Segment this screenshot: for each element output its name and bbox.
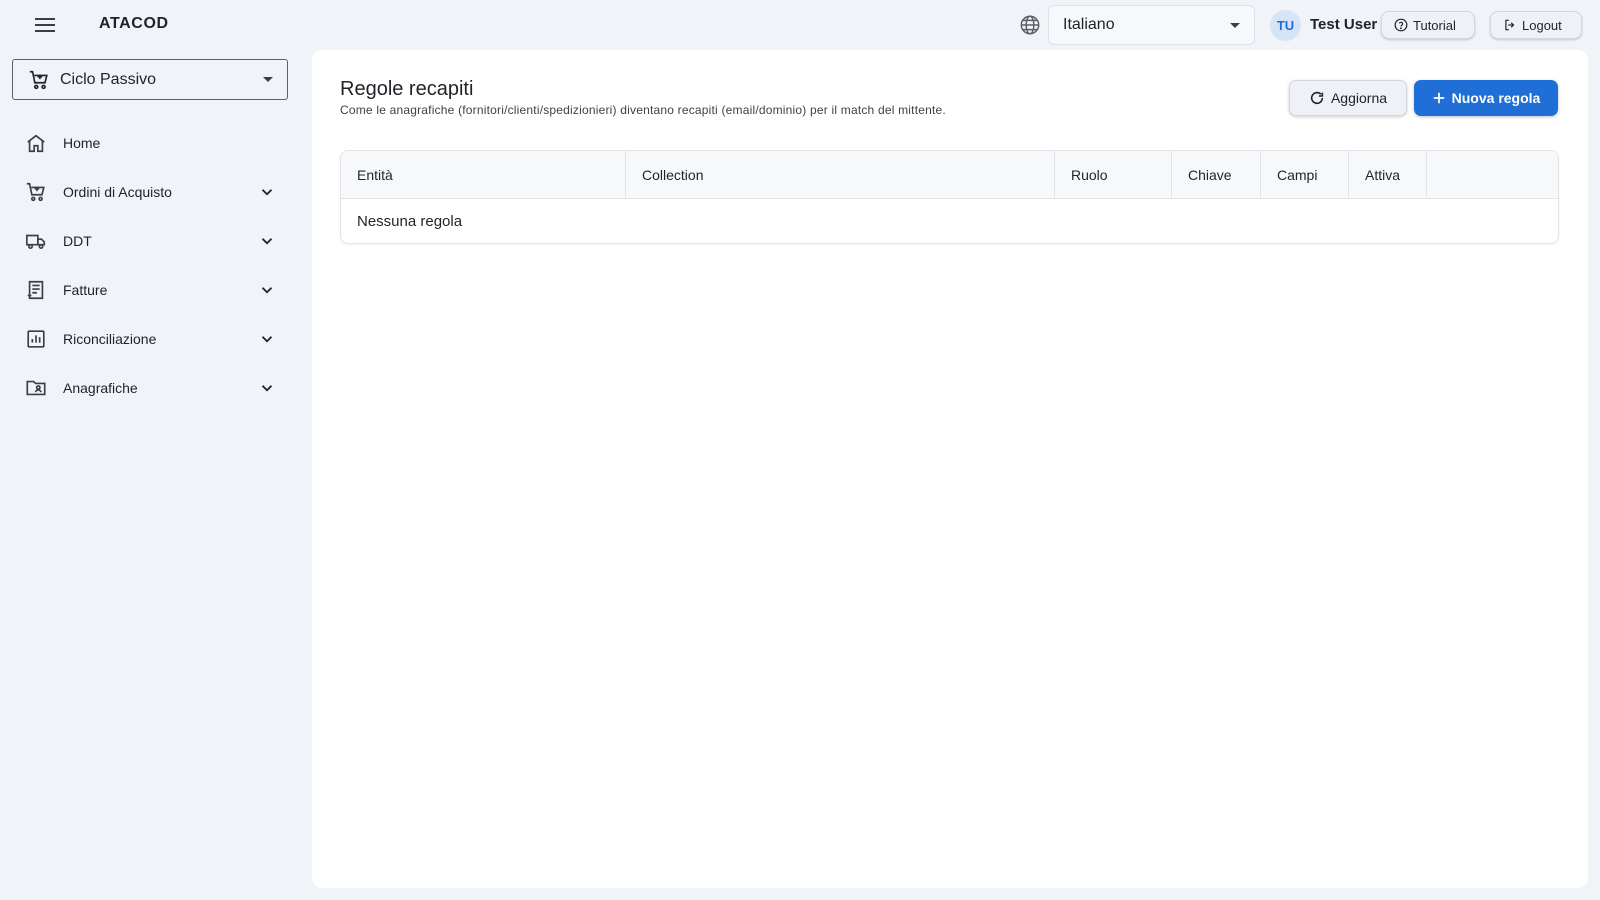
sidebar-item-label: Home xyxy=(63,134,101,151)
chevron-down-icon[interactable] xyxy=(258,379,276,397)
column-header-chiave[interactable]: Chiave xyxy=(1172,151,1261,199)
sidebar-nav: Home Ordini di Acquisto DDT Fatture Rico… xyxy=(0,118,296,412)
truck-icon xyxy=(24,229,48,253)
refresh-button[interactable]: Aggiorna xyxy=(1289,80,1407,116)
home-icon xyxy=(24,131,48,155)
chevron-down-icon[interactable] xyxy=(258,232,276,250)
cycle-value: Ciclo Passivo xyxy=(60,70,157,88)
sidebar-item-label: Anagrafiche xyxy=(63,379,138,396)
refresh-label: Aggiorna xyxy=(1330,90,1388,106)
new-rule-button[interactable]: Nuova regola xyxy=(1414,80,1558,116)
sidebar-item-fatture[interactable]: Fatture xyxy=(0,265,296,314)
new-rule-label: Nuova regola xyxy=(1451,90,1541,106)
contact-folder-icon xyxy=(24,376,48,400)
logout-button[interactable]: Logout xyxy=(1490,11,1582,39)
main-panel: Regole recapiti Come le anagrafiche (for… xyxy=(312,50,1588,888)
sidebar-item-riconciliazione[interactable]: Riconciliazione xyxy=(0,314,296,363)
sidebar-item-label: Fatture xyxy=(63,281,108,298)
column-header-actions xyxy=(1427,151,1558,199)
sidebar-item-ordini-di-acquisto[interactable]: Ordini di Acquisto xyxy=(0,167,296,216)
tutorial-button[interactable]: Tutorial xyxy=(1381,11,1475,39)
page-title: Regole recapiti xyxy=(340,78,474,100)
chevron-down-icon xyxy=(263,77,273,82)
sidebar-item-ddt[interactable]: DDT xyxy=(0,216,296,265)
page-subtitle: Come le anagrafiche (fornitori/clienti/s… xyxy=(340,103,946,117)
sidebar-item-home[interactable]: Home xyxy=(0,118,296,167)
analytics-icon xyxy=(24,327,48,351)
top-bar: ATACOD Italiano TU Test User Tutorial Lo… xyxy=(0,0,1600,50)
avatar[interactable]: TU xyxy=(1270,10,1301,41)
column-header-entita[interactable]: Entità xyxy=(341,151,626,199)
app-title: ATACOD xyxy=(99,15,169,32)
user-name: Test User xyxy=(1310,16,1378,33)
refresh-icon xyxy=(1309,90,1325,106)
logout-icon xyxy=(1503,18,1517,32)
invoice-icon xyxy=(24,278,48,302)
table-header: Entità Collection Ruolo Chiave Campi Att… xyxy=(341,151,1558,199)
help-icon xyxy=(1394,18,1408,32)
column-header-campi[interactable]: Campi xyxy=(1261,151,1349,199)
sidebar-item-anagrafiche[interactable]: Anagrafiche xyxy=(0,363,296,412)
chevron-down-icon xyxy=(1230,22,1240,28)
menu-icon[interactable] xyxy=(28,11,62,39)
chevron-down-icon[interactable] xyxy=(258,183,276,201)
tutorial-label: Tutorial xyxy=(1413,17,1456,33)
sidebar-item-label: Riconciliazione xyxy=(63,330,157,347)
chevron-down-icon[interactable] xyxy=(258,281,276,299)
rules-table: Entità Collection Ruolo Chiave Campi Att… xyxy=(340,150,1559,244)
column-header-collection[interactable]: Collection xyxy=(626,151,1055,199)
cart-icon xyxy=(28,69,50,91)
sidebar-item-label: DDT xyxy=(63,232,92,249)
cart-icon xyxy=(24,180,48,204)
language-value: Italiano xyxy=(1063,16,1115,33)
chevron-down-icon[interactable] xyxy=(258,330,276,348)
column-header-attiva[interactable]: Attiva xyxy=(1349,151,1427,199)
plus-icon xyxy=(1432,91,1446,105)
sidebar-item-label: Ordini di Acquisto xyxy=(63,183,172,200)
language-select[interactable]: Italiano xyxy=(1048,5,1255,45)
empty-state: Nessuna regola xyxy=(357,213,463,230)
logout-label: Logout xyxy=(1522,17,1562,33)
globe-icon xyxy=(1019,14,1041,36)
cycle-select[interactable]: Ciclo Passivo xyxy=(12,59,288,100)
column-header-ruolo[interactable]: Ruolo xyxy=(1055,151,1172,199)
